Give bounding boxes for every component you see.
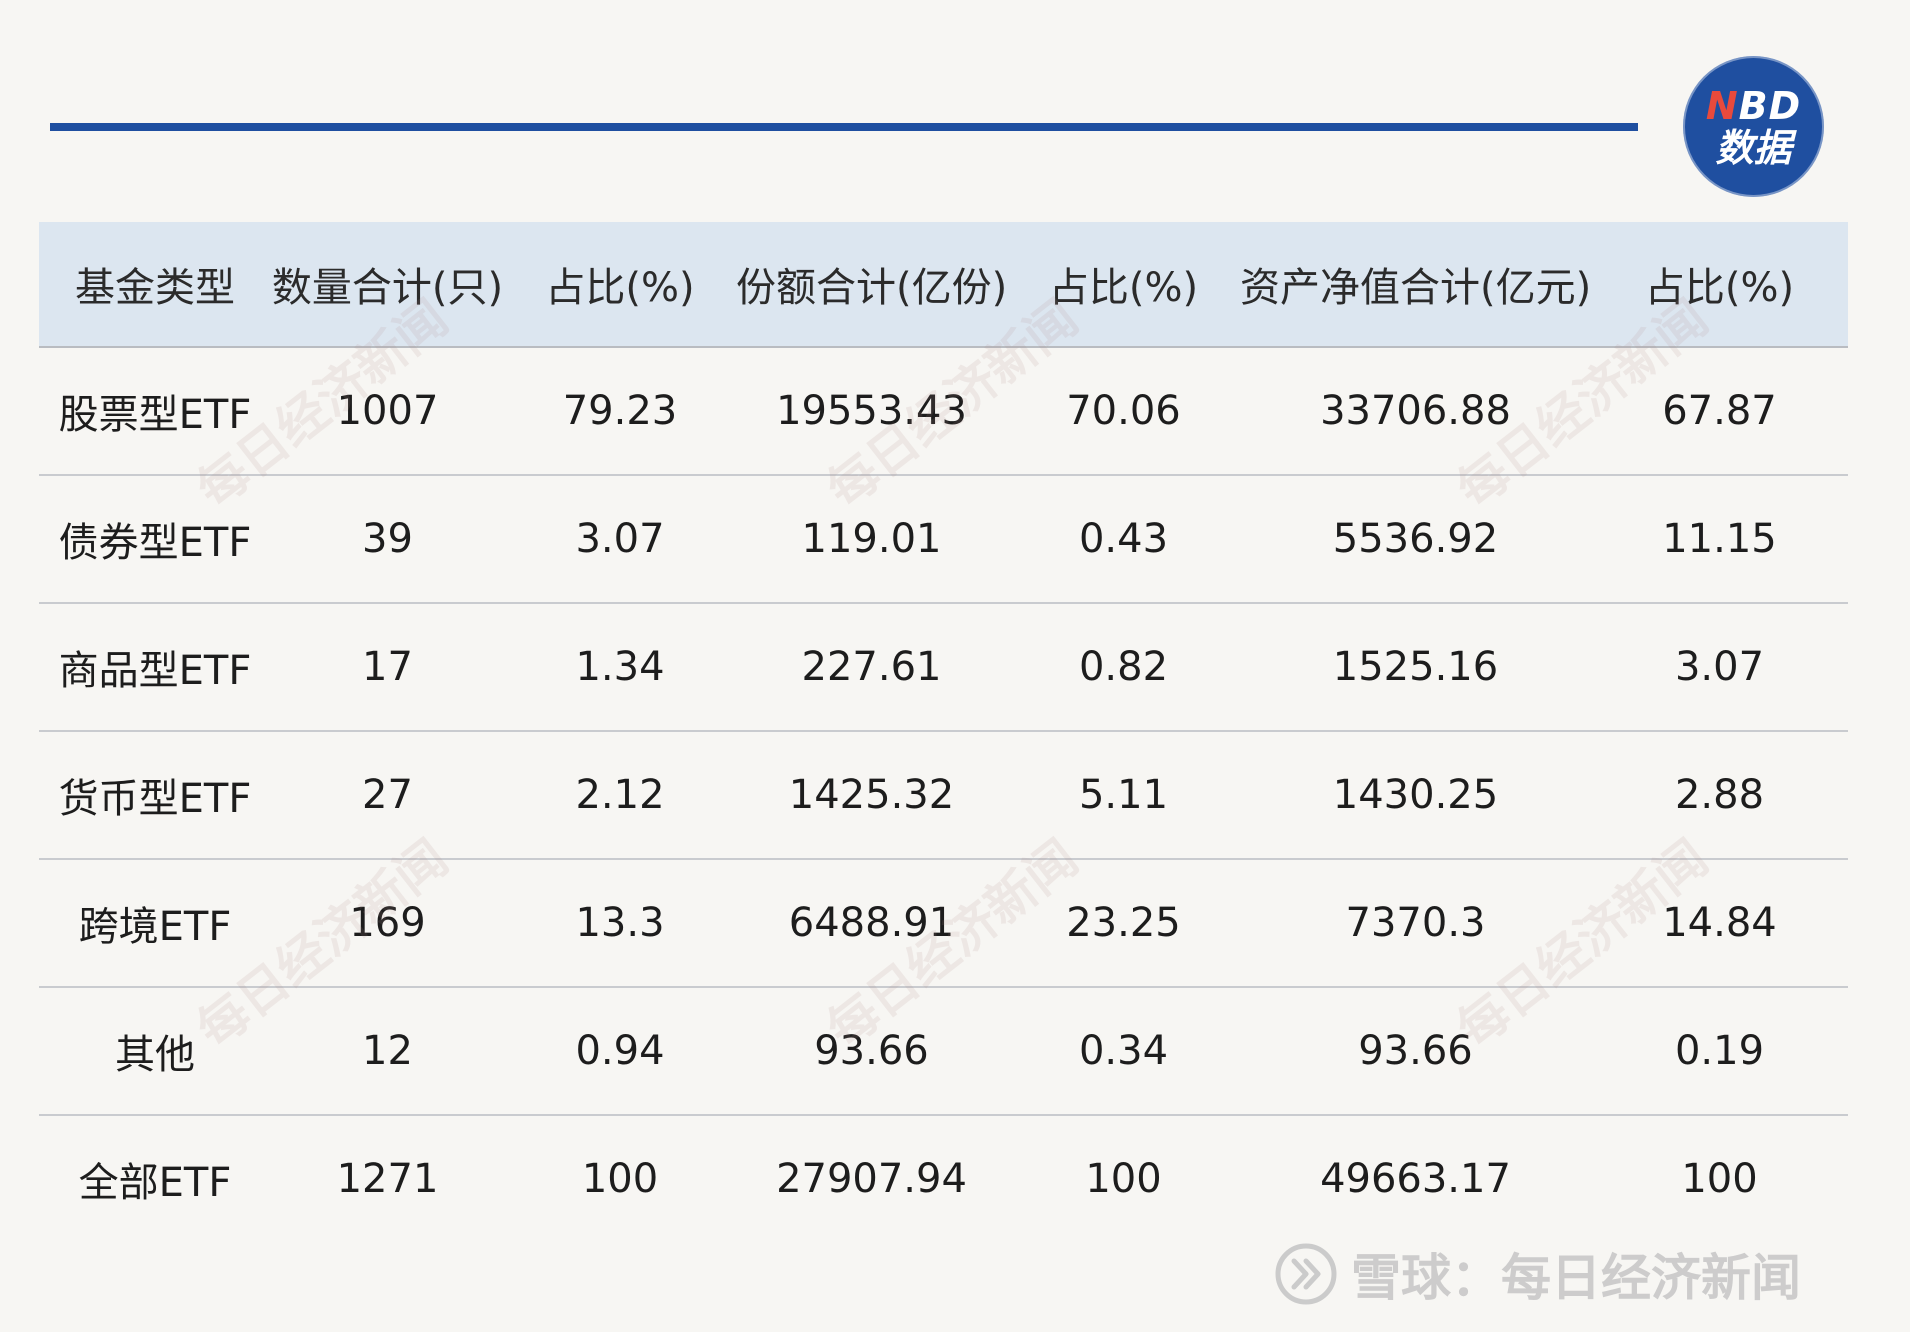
cell-count-share: 100: [504, 1114, 736, 1242]
cell-count-share: 13.3: [504, 858, 736, 987]
cell-fund-type: 其他: [39, 986, 271, 1115]
cell-nav: 93.66: [1240, 986, 1591, 1115]
cell-units-share: 70.06: [1007, 346, 1240, 475]
cell-units: 6488.91: [736, 858, 1007, 987]
cell-units: 93.66: [736, 986, 1007, 1115]
cell-count: 1007: [271, 346, 504, 475]
cell-nav: 5536.92: [1240, 474, 1591, 603]
cell-nav: 1525.16: [1240, 602, 1591, 731]
cell-units-share: 23.25: [1007, 858, 1240, 987]
cell-fund-type: 货币型ETF: [39, 730, 271, 859]
cell-nav-share: 14.84: [1591, 858, 1848, 987]
header-count-share: 占比(%): [504, 222, 736, 347]
cell-count-share: 0.94: [504, 986, 736, 1115]
cell-count: 39: [271, 474, 504, 603]
cell-count: 12: [271, 986, 504, 1115]
footer-watermark: 雪球：每日经济新闻: [1275, 1238, 1801, 1310]
header-fund-type: 基金类型: [39, 222, 271, 347]
logo-subtitle: 数据: [1715, 125, 1792, 170]
cell-units-share: 100: [1007, 1114, 1240, 1242]
logo-wordmark: NBD: [1706, 87, 1801, 125]
cell-units: 27907.94: [736, 1114, 1007, 1242]
table-row: 债券型ETF 39 3.07 119.01 0.43 5536.92 11.15: [39, 474, 1848, 603]
cell-units-share: 0.34: [1007, 986, 1240, 1115]
cell-fund-type: 股票型ETF: [39, 346, 271, 475]
cell-fund-type: 商品型ETF: [39, 602, 271, 731]
cell-fund-type: 跨境ETF: [39, 858, 271, 987]
table-row: 货币型ETF 27 2.12 1425.32 5.11 1430.25 2.88: [39, 730, 1848, 859]
cell-fund-type: 债券型ETF: [39, 474, 271, 603]
cell-nav-share: 2.88: [1591, 730, 1848, 859]
table-row: 跨境ETF 169 13.3 6488.91 23.25 7370.3 14.8…: [39, 858, 1848, 987]
table-header-row: 基金类型 数量合计(只) 占比(%) 份额合计(亿份) 占比(%) 资产净值合计…: [39, 222, 1848, 347]
logo-letter-n: N: [1705, 83, 1739, 128]
cell-nav-share: 67.87: [1591, 346, 1848, 475]
cell-units: 119.01: [736, 474, 1007, 603]
header-nav-total: 资产净值合计(亿元): [1240, 222, 1591, 347]
cell-nav: 49663.17: [1240, 1114, 1591, 1242]
logo-letters-bd: BD: [1738, 83, 1802, 128]
snowball-icon: [1275, 1243, 1337, 1305]
cell-units: 19553.43: [736, 346, 1007, 475]
header-nav-share: 占比(%): [1591, 222, 1848, 347]
cell-count-share: 2.12: [504, 730, 736, 859]
cell-units: 1425.32: [736, 730, 1007, 859]
header-divider: [50, 123, 1638, 131]
table-row: 其他 12 0.94 93.66 0.34 93.66 0.19: [39, 986, 1848, 1115]
cell-count: 27: [271, 730, 504, 859]
nbd-data-logo: NBD 数据: [1683, 56, 1824, 197]
table-row: 全部ETF 1271 100 27907.94 100 49663.17 100: [39, 1114, 1848, 1242]
cell-nav-share: 0.19: [1591, 986, 1848, 1115]
table-row: 商品型ETF 17 1.34 227.61 0.82 1525.16 3.07: [39, 602, 1848, 731]
header-count-total: 数量合计(只): [271, 222, 504, 347]
footer-text: 雪球：每日经济新闻: [1351, 1249, 1801, 1307]
etf-summary-table: 基金类型 数量合计(只) 占比(%) 份额合计(亿份) 占比(%) 资产净值合计…: [39, 222, 1848, 1242]
cell-nav-share: 3.07: [1591, 602, 1848, 731]
cell-nav-share: 11.15: [1591, 474, 1848, 603]
cell-nav: 7370.3: [1240, 858, 1591, 987]
cell-units-share: 5.11: [1007, 730, 1240, 859]
cell-count: 17: [271, 602, 504, 731]
cell-nav: 1430.25: [1240, 730, 1591, 859]
cell-count: 169: [271, 858, 504, 987]
header-units-share: 占比(%): [1007, 222, 1240, 347]
header-units-total: 份额合计(亿份): [736, 222, 1007, 347]
table-row: 股票型ETF 1007 79.23 19553.43 70.06 33706.8…: [39, 346, 1848, 475]
cell-count-share: 3.07: [504, 474, 736, 603]
cell-count: 1271: [271, 1114, 504, 1242]
cell-count-share: 1.34: [504, 602, 736, 731]
cell-fund-type: 全部ETF: [39, 1114, 271, 1242]
cell-nav-share: 100: [1591, 1114, 1848, 1242]
cell-nav: 33706.88: [1240, 346, 1591, 475]
cell-units-share: 0.82: [1007, 602, 1240, 731]
cell-units: 227.61: [736, 602, 1007, 731]
cell-units-share: 0.43: [1007, 474, 1240, 603]
cell-count-share: 79.23: [504, 346, 736, 475]
